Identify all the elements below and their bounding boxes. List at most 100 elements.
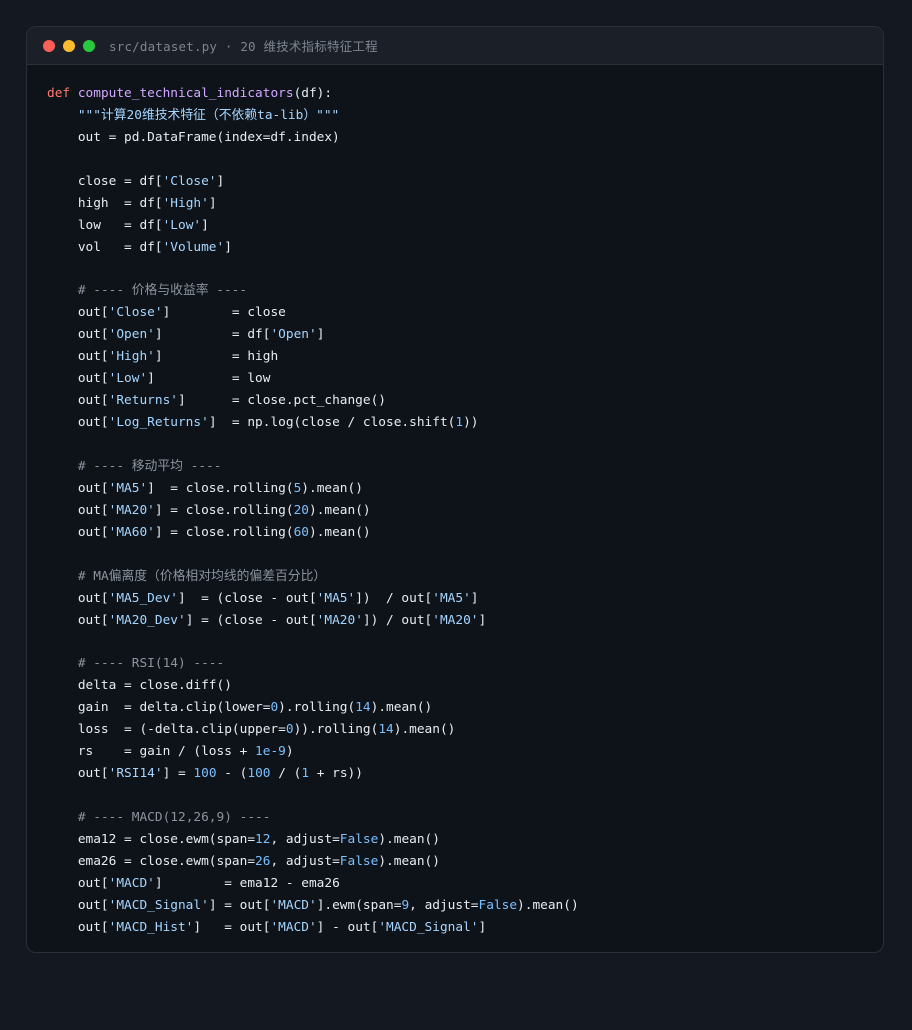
code-token: ] = close.rolling( xyxy=(154,502,294,518)
string-token: 'MACD_Signal' xyxy=(108,897,209,913)
code-block[interactable]: def compute_technical_indicators(df): ""… xyxy=(47,83,579,939)
code-token: ).mean() xyxy=(308,502,371,518)
code-token: ).rolling( xyxy=(278,700,356,716)
code-token: (df): xyxy=(293,86,333,101)
close-window-button[interactable] xyxy=(43,39,55,52)
code-token: ]) / out[ xyxy=(362,612,433,628)
code-line: out['Returns'] = close.pct_change() xyxy=(47,390,579,412)
code-token: ).mean() xyxy=(517,897,579,913)
code-token: ] = (close - out[ xyxy=(185,612,317,628)
code-token: ).mean() xyxy=(378,853,440,869)
string-token: 'MA5_Dev' xyxy=(108,590,178,606)
code-token: ] = ema12 - ema26 xyxy=(154,875,340,891)
number-token: 1e-9 xyxy=(255,744,286,760)
string-token: 'MA5' xyxy=(108,480,148,496)
maximize-window-button[interactable] xyxy=(83,39,95,52)
code-token: ema26 = close.ewm(span= xyxy=(47,853,256,869)
string-token: 'MA5' xyxy=(432,590,471,606)
string-token: 'MACD' xyxy=(108,875,155,891)
code-token: ).mean() xyxy=(308,524,371,540)
code-line: out = pd.DataFrame(index=df.index) xyxy=(47,127,579,149)
code-token: out[ xyxy=(47,502,109,518)
code-line: delta = close.diff() xyxy=(47,675,579,697)
code-line: low = df['Low'] xyxy=(47,215,579,237)
code-line: out['Low'] = low xyxy=(47,368,579,390)
code-token: out[ xyxy=(47,371,109,387)
code-token: ] xyxy=(478,612,487,628)
code-token: ] = close xyxy=(162,305,286,321)
code-token: , adjust= xyxy=(409,897,479,913)
comment-token: # ---- 移动平均 ---- xyxy=(77,458,222,474)
code-token: ] xyxy=(478,919,487,935)
string-token: 'Open' xyxy=(108,327,155,343)
code-line: high = df['High'] xyxy=(47,193,579,215)
code-line: out['MA5'] = close.rolling(5).mean() xyxy=(47,478,579,500)
code-token: out[ xyxy=(47,897,109,913)
code-token: ] = low xyxy=(147,371,271,387)
code-token: ).mean() xyxy=(301,480,363,496)
constant-token: False xyxy=(339,831,379,847)
code-token: + rs)) xyxy=(309,766,363,782)
minimize-window-button[interactable] xyxy=(63,39,75,52)
string-token: """计算20维技术特征（不依赖ta-lib）""" xyxy=(77,107,340,123)
string-token: 'High' xyxy=(162,195,209,211)
code-token: ] = (close - out[ xyxy=(177,590,317,606)
string-token: 'Open' xyxy=(270,327,317,343)
code-token: out[ xyxy=(47,415,109,431)
code-token: out[ xyxy=(47,480,109,496)
code-token: out[ xyxy=(47,766,109,782)
keyword-token: def xyxy=(47,86,78,101)
window-title: src/dataset.py · 20 维技术指标特征工程 xyxy=(109,39,378,54)
number-token: 26 xyxy=(255,853,271,869)
string-token: 'MA20' xyxy=(432,612,479,628)
code-line: out['Open'] = df['Open'] xyxy=(47,324,579,346)
code-line: close = df['Close'] xyxy=(47,171,579,193)
code-token: ] xyxy=(316,327,325,343)
string-token: 'Low' xyxy=(108,371,148,387)
code-token: ) xyxy=(285,744,294,760)
code-token: out[ xyxy=(47,919,109,935)
code-token: ] = out[ xyxy=(193,919,271,935)
code-line: out['Close'] = close xyxy=(47,302,579,324)
code-token: out[ xyxy=(47,612,109,628)
code-line: ema12 = close.ewm(span=12, adjust=False)… xyxy=(47,829,579,851)
string-token: 'Returns' xyxy=(108,393,178,409)
number-token: 1 xyxy=(301,766,310,782)
code-line: # ---- MACD(12,26,9) ---- xyxy=(47,807,579,829)
string-token: 'MACD' xyxy=(270,919,317,935)
code-token: ] xyxy=(208,195,217,211)
code-token: out[ xyxy=(47,349,109,365)
code-token: - ( xyxy=(216,766,248,782)
code-token: ] = close.pct_change() xyxy=(177,393,387,409)
code-line: rs = gain / (loss + 1e-9) xyxy=(47,741,579,763)
code-token: / ( xyxy=(270,766,302,782)
number-token: 0 xyxy=(285,722,294,738)
string-token: 'Low' xyxy=(162,217,202,233)
number-token: 14 xyxy=(355,700,371,716)
code-token: , adjust= xyxy=(270,853,340,869)
number-token: 14 xyxy=(378,722,394,738)
string-token: 'RSI14' xyxy=(108,766,163,782)
constant-token: False xyxy=(339,853,379,869)
code-line: loss = (-delta.clip(upper=0)).rolling(14… xyxy=(47,719,579,741)
string-token: 'Close' xyxy=(162,173,217,189)
code-token: ).mean() xyxy=(378,831,440,847)
code-line: gain = delta.clip(lower=0).rolling(14).m… xyxy=(47,697,579,719)
code-token: out[ xyxy=(47,327,109,343)
number-token: 12 xyxy=(255,831,271,847)
code-token: ] - out[ xyxy=(316,919,379,935)
string-token: 'MACD_Signal' xyxy=(378,919,479,935)
number-token: 0 xyxy=(270,700,279,716)
code-line: vol = df['Volume'] xyxy=(47,237,579,259)
string-token: 'Close' xyxy=(108,305,163,321)
comment-token: # ---- 价格与收益率 ---- xyxy=(77,283,248,299)
